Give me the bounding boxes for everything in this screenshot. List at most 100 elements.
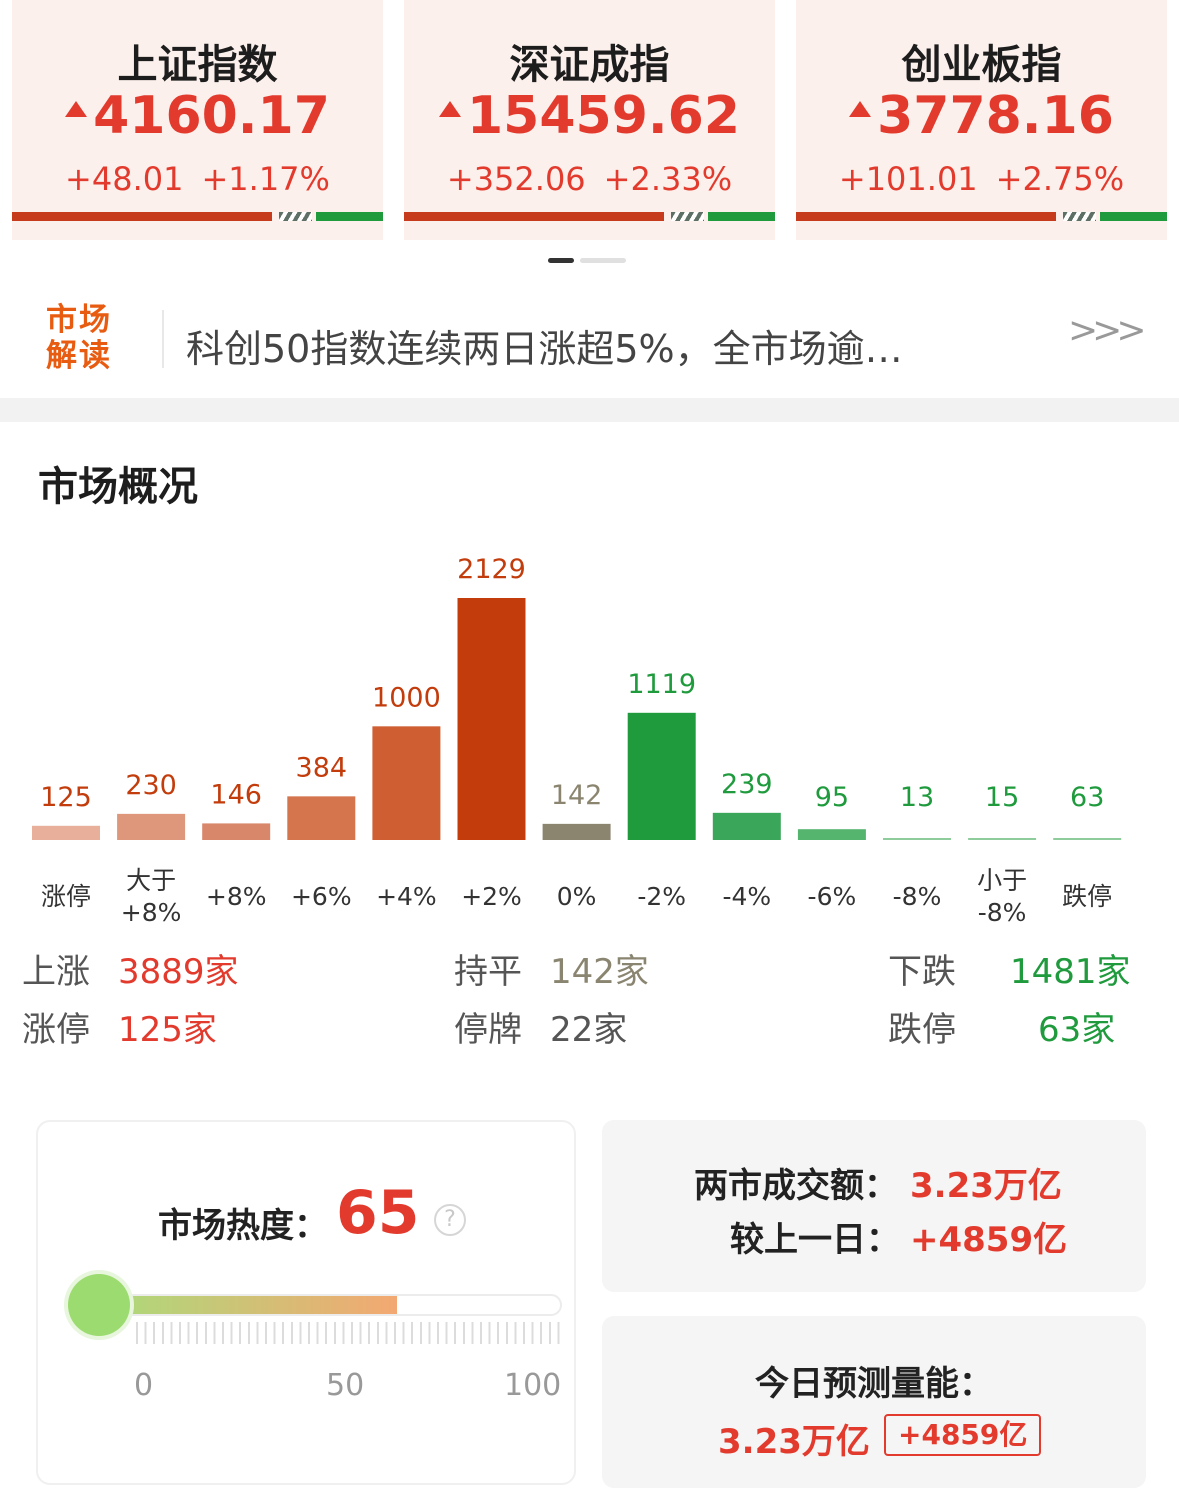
stat-label: 停牌 [454,1010,522,1050]
chart-category-label: 涨停 [40,882,91,911]
chart-bar [372,726,441,840]
market-stats: 上涨 3889家 持平 142家 下跌 1481家 涨停 125家 停牌 22家 跌停 63… [0,940,1179,1060]
chart-value-label: 146 [210,779,262,810]
forecast-delta-badge: +4859亿 [884,1414,1042,1456]
index-change-row: +48.01 +1.17% [12,160,383,198]
chart-bar [287,796,356,840]
section-divider [0,398,1179,422]
turnover-delta-label: 较上一日： [730,1220,900,1260]
chart-category-label: +4% [376,882,437,911]
stat-label: 上涨 [22,952,90,992]
stat-suspended: 停牌 22家 [454,1002,627,1051]
chart-value-label: 142 [551,780,603,811]
chart-category-label: +2% [461,882,522,911]
interpretation-text[interactable]: 科创50指数连续两日涨超5%，全市场逾… [186,318,986,373]
index-price-row: 3778.16 [796,86,1167,146]
heat-gauge-ticks [136,1322,562,1344]
index-price: 4160.17 [93,86,330,146]
chart-bar [542,823,611,840]
divider [162,310,164,368]
chart-value-label: 13 [900,782,934,813]
stat-label: 下跌 [888,952,956,992]
carousel-dot-active [548,258,574,263]
stat-value: 63家 [1038,1010,1116,1050]
index-card-sz[interactable]: 深证成指 15459.62 +352.06 +2.33% [404,0,775,240]
chart-value-label: 239 [721,769,773,800]
chart-category-label: 0% [556,882,597,911]
heat-gauge-knob [68,1274,130,1336]
chart-value-label: 95 [815,782,849,813]
heat-tick-label: 100 [504,1368,562,1403]
index-card-cyb[interactable]: 创业板指 3778.16 +101.01 +2.75% [796,0,1167,240]
index-change: +352.06 [446,160,586,198]
index-pct: +2.75% [995,160,1125,198]
index-breadth-bar [404,212,775,221]
stat-label: 持平 [454,952,522,992]
index-change-row: +101.01 +2.75% [796,160,1167,198]
carousel-dot [580,258,626,263]
distribution-chart-svg: 125 230 146 384 1000 2129 142 1119 239 95 13 15 63 [32,554,1122,840]
stat-value: 142家 [550,952,649,992]
chart-bar [712,812,781,840]
index-pct: +1.17% [201,160,330,198]
heat-gauge-fill [94,1296,397,1314]
turnover-card[interactable]: 两市成交额： 3.23万亿 较上一日： +4859亿 [602,1120,1146,1292]
forecast-title: 今日预测量能： [755,1364,993,1404]
chart-bar [457,598,526,840]
index-name: 上证指数 [117,42,278,88]
chart-category-label: 小于 -8% [977,866,1028,927]
stat-label: 涨停 [22,1010,90,1050]
chart-value-label: 2129 [457,554,526,585]
chart-category-label: -6% [807,882,857,911]
heat-tick-label: 50 [326,1368,365,1403]
up-triangle-icon [65,101,88,117]
chart-bar [117,813,186,840]
chevron-triple-right-icon[interactable]: >>> [1068,310,1146,351]
chart-bar [883,838,951,840]
section-title: 市场概况 [38,464,198,510]
heat-value: 65 [336,1178,420,1248]
stat-up: 上涨 3889家 [22,944,239,993]
stat-label: 跌停 [888,1010,956,1050]
index-card-sh[interactable]: 上证指数 4160.17 +48.01 +1.17% [12,0,383,240]
chart-bar [1053,838,1122,840]
heat-label: 市场热度： [158,1206,328,1246]
chart-bar [968,838,1037,840]
market-heat-card: 市场热度： 65 ? 0 50 100 [36,1120,576,1485]
index-price-row: 4160.17 [12,86,383,146]
question-circle-icon[interactable]: ? [434,1204,466,1236]
stat-value: 22家 [550,1010,628,1050]
index-price: 3778.16 [877,86,1114,146]
up-triangle-icon [849,101,872,117]
up-triangle-icon [438,101,461,117]
chart-category-label: -8% [892,882,942,911]
forecast-value: 3.23万亿 [718,1422,870,1462]
stat-value: 125家 [118,1010,217,1050]
stat-value: 1481家 [1010,952,1131,992]
index-name: 深证成指 [509,42,670,88]
stat-value: 3889家 [118,952,239,992]
index-name: 创业板指 [901,42,1062,88]
turnover-value: 3.23万亿 [910,1166,1062,1206]
index-change: +101.01 [838,160,978,198]
chart-value-label: 15 [985,782,1019,813]
stat-down: 下跌 1481家 [888,944,1131,993]
chart-bar [627,712,696,840]
forecast-card[interactable]: 今日预测量能： 3.23万亿 +4859亿 [602,1316,1146,1488]
chart-bar [202,823,271,840]
chart-value-label: 230 [125,770,177,801]
chart-value-label: 1000 [372,682,441,713]
index-price: 15459.62 [466,86,741,146]
distribution-chart: 125 230 146 384 1000 2129 142 1119 239 95 13 15 63 涨… [0,530,1179,940]
market-interpretation-bar[interactable]: 市场解读 科创50指数连续两日涨超5%，全市场逾… >>> [0,280,1179,398]
chart-bar [32,825,100,840]
index-change: +48.01 [65,160,184,198]
stat-flat: 持平 142家 [454,944,649,993]
index-price-row: 15459.62 [404,86,775,146]
chart-value-label: 384 [296,752,348,783]
heat-gauge-track [92,1294,562,1316]
chart-value-label: 125 [40,782,92,813]
turnover-label: 两市成交额： [694,1166,898,1206]
chart-category-label: +6% [290,882,352,911]
chart-category-label: -4% [722,882,772,911]
